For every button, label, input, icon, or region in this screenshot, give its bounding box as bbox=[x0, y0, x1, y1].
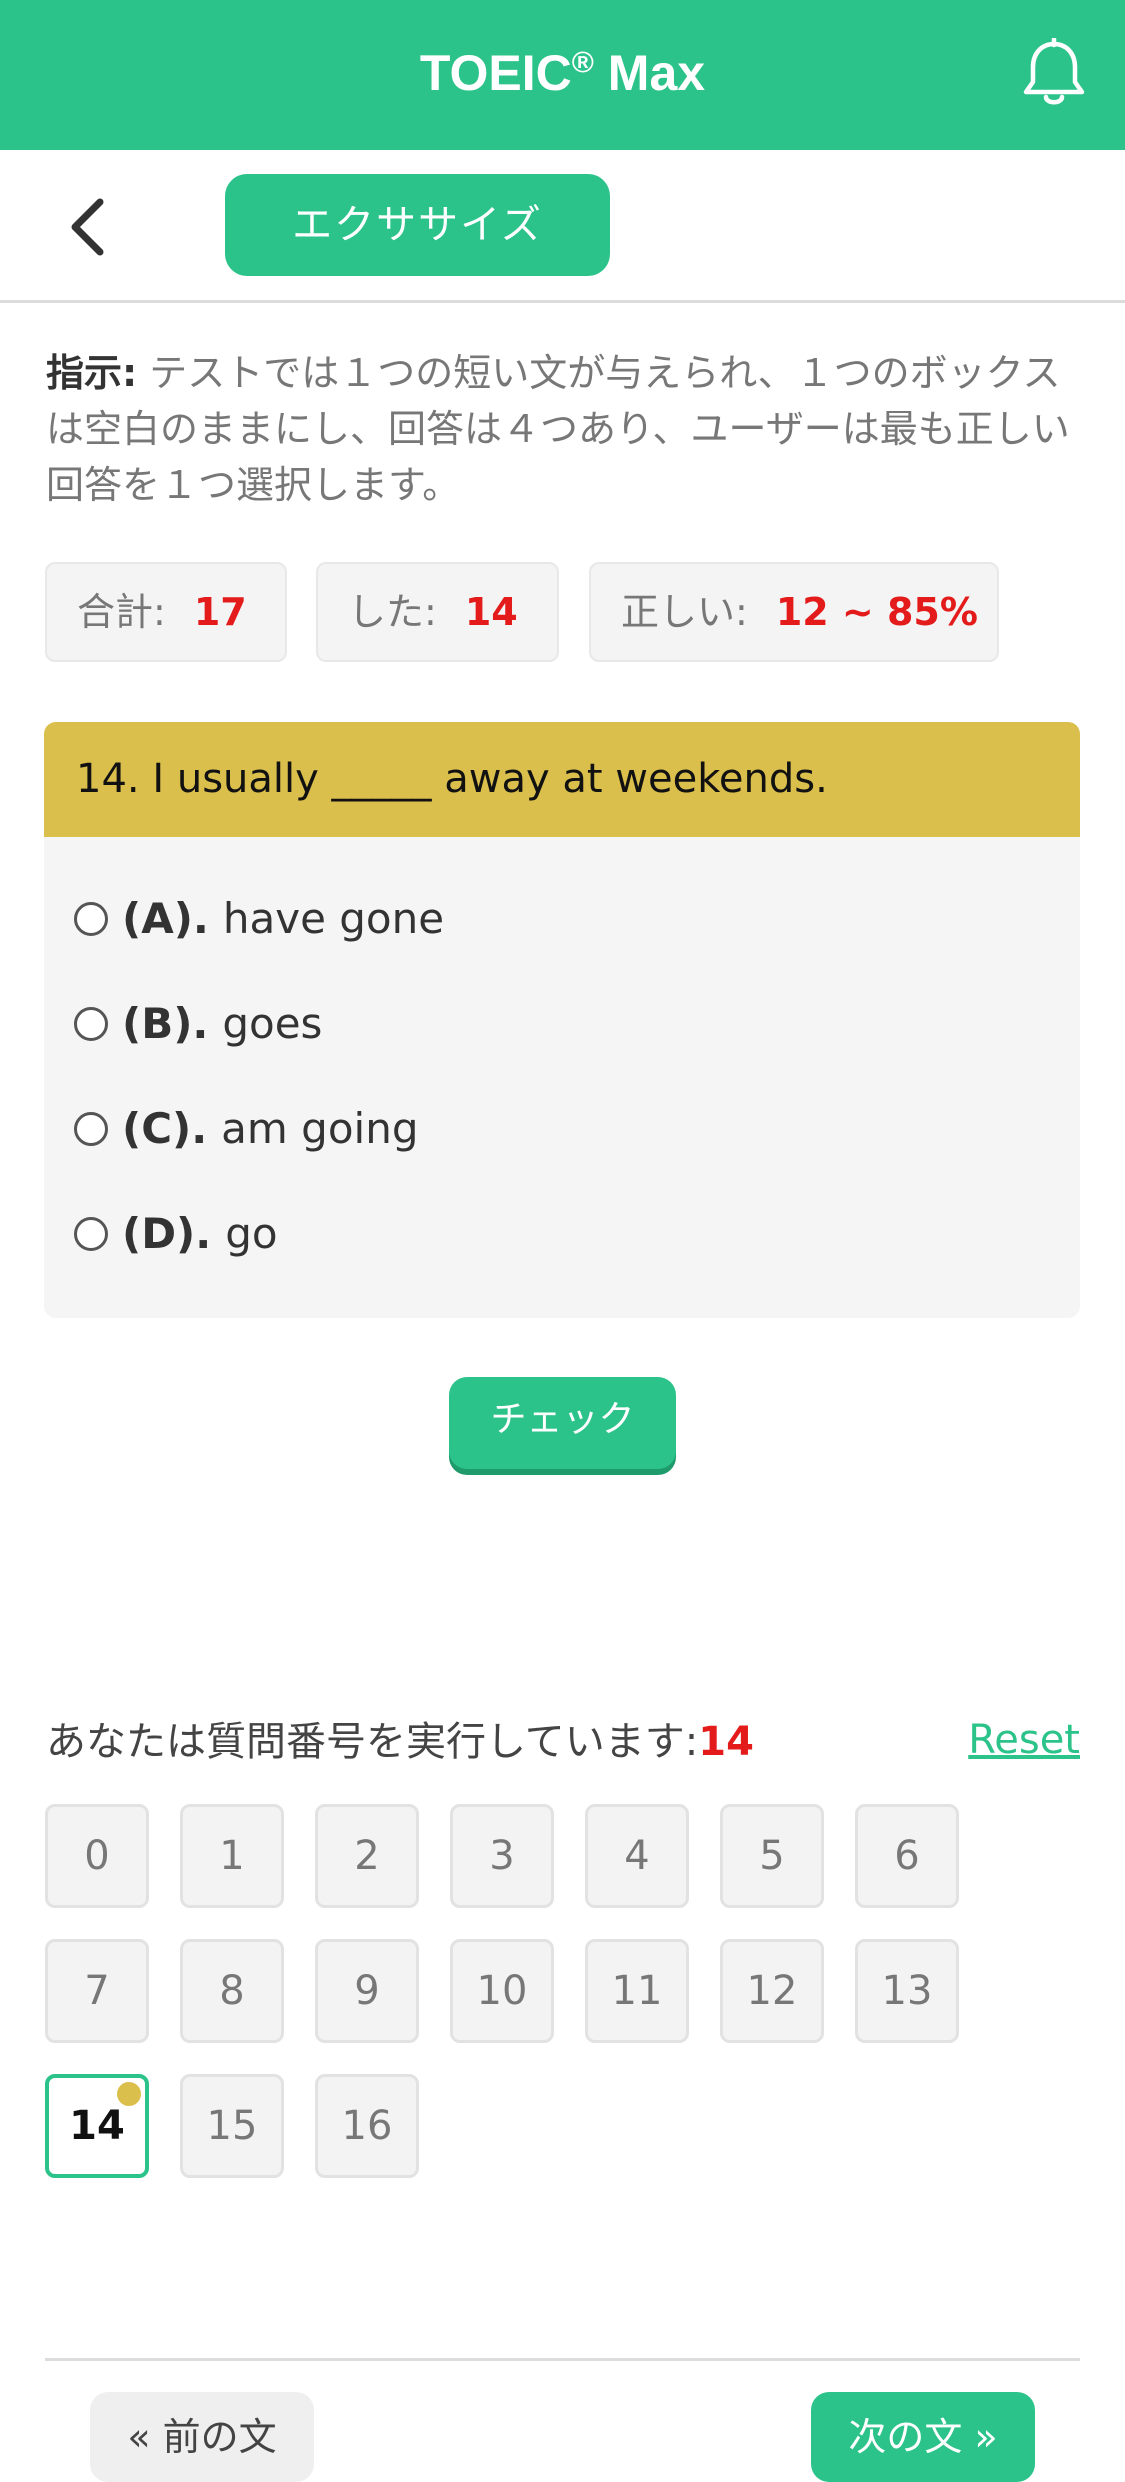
instruction-text: テストでは１つの短い文が与えられ、１つのボックスは空白のままにし、回答は４つあり… bbox=[46, 351, 1070, 507]
question-number-0[interactable]: 0 bbox=[45, 1804, 149, 1908]
app-title-suffix: Max bbox=[593, 45, 706, 101]
question-number-1[interactable]: 1 bbox=[180, 1804, 284, 1908]
radio-button[interactable] bbox=[74, 1111, 108, 1146]
radio-button[interactable] bbox=[74, 901, 108, 936]
app-header: TOEIC® Max bbox=[0, 0, 1125, 150]
question-number-3[interactable]: 3 bbox=[450, 1804, 554, 1908]
question-number-11[interactable]: 11 bbox=[585, 1939, 689, 2043]
option-text: have gone bbox=[222, 894, 445, 943]
question-number-14[interactable]: 14 bbox=[45, 2074, 149, 2178]
app-title: TOEIC® Max bbox=[0, 38, 1125, 108]
question-number-2[interactable]: 2 bbox=[315, 1804, 419, 1908]
radio-button[interactable] bbox=[74, 1006, 108, 1041]
option-letter: (A). bbox=[122, 894, 209, 943]
question-number-13[interactable]: 13 bbox=[855, 1939, 959, 2043]
option-letter: (B). bbox=[122, 999, 209, 1048]
stat-total: 合計: 17 bbox=[45, 562, 287, 662]
option-a[interactable]: (A). have gone bbox=[74, 884, 444, 954]
question-number-6[interactable]: 6 bbox=[855, 1804, 959, 1908]
app-title-text: TOEIC bbox=[419, 45, 572, 101]
stat-done-value: 14 bbox=[464, 590, 518, 634]
registered-mark: ® bbox=[571, 46, 594, 80]
stat-correct-label: 正しい: bbox=[621, 590, 748, 634]
instruction: 指示: テストでは１つの短い文が与えられ、１つのボックスは空白のままにし、回答は… bbox=[46, 345, 1076, 513]
question-number-12[interactable]: 12 bbox=[720, 1939, 824, 2043]
radio-button[interactable] bbox=[74, 1216, 108, 1251]
instruction-label: 指示: bbox=[46, 351, 138, 395]
tab-exercise[interactable]: エクササイズ bbox=[225, 174, 610, 276]
stat-correct-value: 12 ~ 85% bbox=[775, 590, 978, 634]
option-letter: (C). bbox=[122, 1104, 208, 1153]
subheader: エクササイズ bbox=[0, 150, 1125, 303]
question-number-16[interactable]: 16 bbox=[315, 2074, 419, 2178]
option-c[interactable]: (C). am going bbox=[74, 1094, 418, 1164]
question-number-5[interactable]: 5 bbox=[720, 1804, 824, 1908]
bell-icon[interactable] bbox=[1019, 36, 1089, 110]
current-question-number: 14 bbox=[698, 1719, 754, 1765]
stat-done: した: 14 bbox=[316, 562, 559, 662]
option-text: goes bbox=[222, 999, 323, 1048]
question-number-14-label: 14 bbox=[69, 2103, 125, 2149]
stat-total-label: 合計: bbox=[77, 590, 166, 634]
next-sentence-button[interactable]: 次の文 » bbox=[811, 2392, 1035, 2482]
question-number-15[interactable]: 15 bbox=[180, 2074, 284, 2178]
question-number-10[interactable]: 10 bbox=[450, 1939, 554, 2043]
progress-label: あなたは質問番号を実行しています:14 bbox=[46, 1712, 754, 1772]
bottom-divider bbox=[45, 2358, 1080, 2361]
prev-sentence-button[interactable]: « 前の文 bbox=[90, 2392, 314, 2482]
question-text: 14. I usually _____ away at weekends. bbox=[44, 722, 1080, 837]
current-indicator-dot bbox=[117, 2082, 141, 2106]
option-b[interactable]: (B). goes bbox=[74, 989, 322, 1059]
reset-link[interactable]: Reset bbox=[968, 1710, 1080, 1770]
option-text: am going bbox=[221, 1104, 419, 1153]
stat-correct: 正しい: 12 ~ 85% bbox=[589, 562, 999, 662]
check-button[interactable]: チェック bbox=[449, 1377, 676, 1469]
question-number-4[interactable]: 4 bbox=[585, 1804, 689, 1908]
chevron-left-icon[interactable] bbox=[60, 192, 120, 262]
question-card: 14. I usually _____ away at weekends. (A… bbox=[44, 722, 1080, 1318]
question-number-8[interactable]: 8 bbox=[180, 1939, 284, 2043]
option-text: go bbox=[225, 1209, 278, 1258]
question-number-7[interactable]: 7 bbox=[45, 1939, 149, 2043]
question-number-9[interactable]: 9 bbox=[315, 1939, 419, 2043]
option-letter: (D). bbox=[122, 1209, 212, 1258]
stat-total-value: 17 bbox=[193, 590, 247, 634]
option-d[interactable]: (D). go bbox=[74, 1199, 278, 1269]
progress-label-text: あなたは質問番号を実行しています: bbox=[46, 1719, 699, 1765]
stat-done-label: した: bbox=[348, 590, 437, 634]
